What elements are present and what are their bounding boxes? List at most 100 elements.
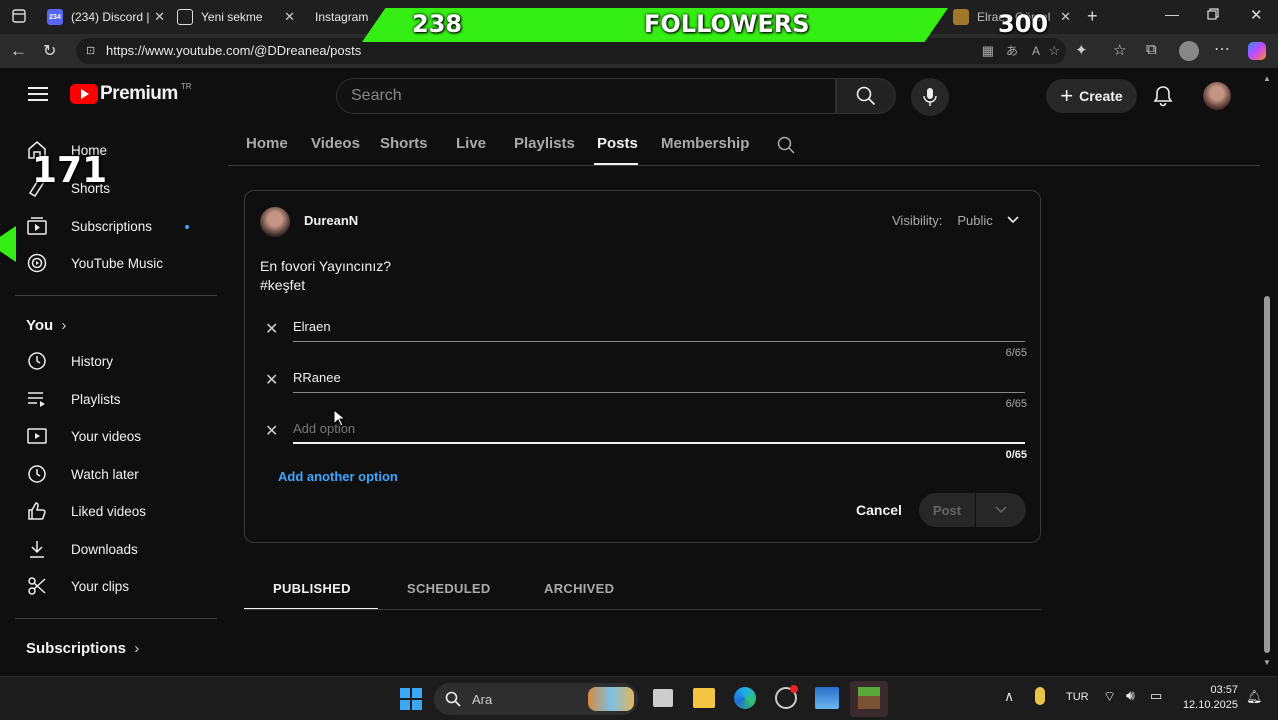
tab-scheduled[interactable]: SCHEDULED [407, 581, 491, 596]
sidebar-item-liked-videos[interactable]: Liked videos [26, 492, 216, 530]
wifi-icon[interactable]: ⌔ [1103, 688, 1116, 706]
brand-label: Premium [100, 83, 178, 104]
sidebar-item-playlists[interactable]: Playlists [26, 380, 216, 418]
windows-start-icon[interactable] [400, 688, 422, 710]
sidebar-item-subscriptions[interactable]: Subscriptions [26, 207, 216, 245]
scroll-up-arrow[interactable]: ▲ [1263, 74, 1271, 83]
edge-browser-icon[interactable] [734, 687, 756, 709]
discord-icon: 234 [47, 9, 63, 25]
battery-icon[interactable]: ▭ [1150, 688, 1162, 704]
sidebar-item-downloads[interactable]: Downloads [26, 530, 216, 568]
post-button[interactable]: Post [919, 503, 975, 518]
restore-button[interactable] [1207, 8, 1219, 20]
extensions-icon[interactable]: ✦ [1075, 41, 1088, 59]
sidebar-subscriptions-header[interactable]: Subscriptions › [26, 640, 139, 657]
tab-published[interactable]: PUBLISHED [273, 581, 351, 596]
tab-membership[interactable]: Membership [661, 135, 749, 152]
sidebar-item-youtube-music[interactable]: YouTube Music [26, 244, 216, 282]
poll-option-row: ✕ Elraen 6/65 [261, 315, 1027, 359]
notifications-bell-icon[interactable] [1153, 85, 1173, 107]
sidebar-item-history[interactable]: History [26, 342, 216, 380]
account-avatar[interactable] [1203, 82, 1231, 110]
back-icon[interactable]: ← [10, 41, 27, 61]
tab-actions-icon[interactable] [12, 9, 26, 23]
copilot-icon[interactable] [1248, 42, 1266, 60]
visibility-selector[interactable]: Visibility: Public [892, 213, 1019, 228]
poll-option-input[interactable]: RRanee [293, 366, 1025, 393]
sidebar-item-your-videos[interactable]: Your videos [26, 417, 216, 455]
post-text[interactable]: En fovori Yayıncınız? #keşfet [260, 257, 391, 295]
file-explorer-icon[interactable] [693, 688, 715, 708]
tab-home[interactable]: Home [246, 135, 288, 152]
photos-app-icon[interactable] [815, 687, 839, 709]
visibility-value: Public [957, 213, 993, 228]
hamburger-menu-icon[interactable] [28, 86, 48, 102]
tab-archived[interactable]: ARCHIVED [544, 581, 614, 596]
tab-instagram[interactable]: Instagram [307, 4, 369, 30]
create-label: Create [1079, 88, 1123, 104]
tab-discord[interactable]: 234 (234) Discord | ✕ [47, 4, 165, 30]
sidebar-item-watch-later[interactable]: Watch later [26, 455, 216, 493]
remove-option-icon[interactable]: ✕ [265, 370, 278, 390]
tab-videos[interactable]: Videos [311, 135, 360, 152]
sidebar-item-your-clips[interactable]: Your clips [26, 567, 216, 605]
download-icon [26, 538, 48, 560]
chevron-up-icon[interactable]: ∧ [1004, 688, 1014, 705]
new-tab-button[interactable]: + [1087, 6, 1098, 27]
poll-option-input[interactable]: Elraen [293, 315, 1025, 342]
read-aloud-icon[interactable]: A [1032, 38, 1040, 64]
volume-icon[interactable]: 🔊︎ [1126, 687, 1135, 704]
poll-option-input[interactable]: Add option [293, 417, 1025, 444]
tab-label: Instagram [315, 10, 369, 24]
minimize-button[interactable]: — [1165, 6, 1179, 22]
voice-search-button[interactable] [911, 78, 949, 116]
favorites-icon[interactable]: ☆ [1113, 41, 1126, 59]
clock[interactable]: 03:57 12.10.2025 [1182, 683, 1238, 713]
cancel-button[interactable]: Cancel [856, 502, 902, 518]
translate-icon[interactable]: あ [1006, 38, 1018, 64]
collections-icon[interactable]: ⧉ [1146, 41, 1157, 58]
tab-posts[interactable]: Posts [597, 135, 638, 152]
sidebar-item-label: Liked videos [71, 503, 147, 519]
microphone-in-use-icon[interactable] [1035, 687, 1045, 705]
tab-label: Yeni sekme [201, 10, 263, 24]
more-menu-icon[interactable]: ⋯ [1214, 39, 1230, 59]
remove-option-icon[interactable]: ✕ [265, 421, 278, 441]
scroll-down-arrow[interactable]: ▼ [1263, 658, 1271, 667]
channel-search-icon[interactable] [777, 136, 795, 154]
page-scrollbar-thumb[interactable] [1264, 296, 1270, 653]
char-count: 0/65 [1005, 449, 1027, 461]
profile-avatar[interactable] [1179, 41, 1199, 61]
schedule-dropdown-button[interactable] [976, 505, 1026, 515]
tab-new-tab[interactable]: Yeni sekme ✕ [177, 4, 295, 30]
tab-shorts[interactable]: Shorts [380, 135, 428, 152]
task-view-icon[interactable] [653, 689, 673, 707]
reload-icon[interactable]: ↻ [43, 41, 56, 61]
close-icon[interactable]: ✕ [284, 9, 295, 25]
app-icon[interactable]: ▦ [982, 38, 994, 64]
close-icon[interactable]: ✕ [1060, 9, 1071, 25]
close-window-button[interactable]: ✕ [1250, 6, 1263, 24]
subscriptions-label: Subscriptions [26, 640, 127, 657]
close-icon[interactable]: ✕ [154, 9, 165, 25]
tab-playlists[interactable]: Playlists [514, 135, 575, 152]
create-button[interactable]: + Create [1046, 79, 1137, 113]
windows-taskbar: Ara ∧ TUR ⌔ 🔊︎ ▭ 03:57 12.10.2025 🔔︎ [0, 676, 1278, 720]
notifications-center-icon[interactable]: 🔔︎ [1246, 689, 1263, 705]
add-another-option-link[interactable]: Add another option [278, 469, 398, 484]
author-name: DureanN [304, 213, 359, 228]
search-button[interactable] [836, 78, 896, 114]
favorite-star-icon[interactable]: ☆ [1048, 38, 1060, 64]
sidebar-you-header[interactable]: You › [26, 317, 66, 334]
input-language[interactable]: TUR [1066, 691, 1089, 703]
youtube-logo[interactable]: Premium TR [70, 82, 191, 105]
sidebar-item-label: History [71, 353, 114, 369]
taskbar-search-box[interactable]: Ara [434, 683, 638, 715]
sidebar-item-label: YouTube Music [71, 255, 164, 271]
search-input[interactable]: Search [336, 78, 836, 114]
remove-option-icon[interactable]: ✕ [265, 319, 278, 339]
chevron-down-icon [1007, 213, 1019, 228]
tab-live[interactable]: Live [456, 135, 486, 152]
site-info-icon[interactable]: ⊡ [86, 38, 95, 64]
history-icon [26, 350, 48, 372]
